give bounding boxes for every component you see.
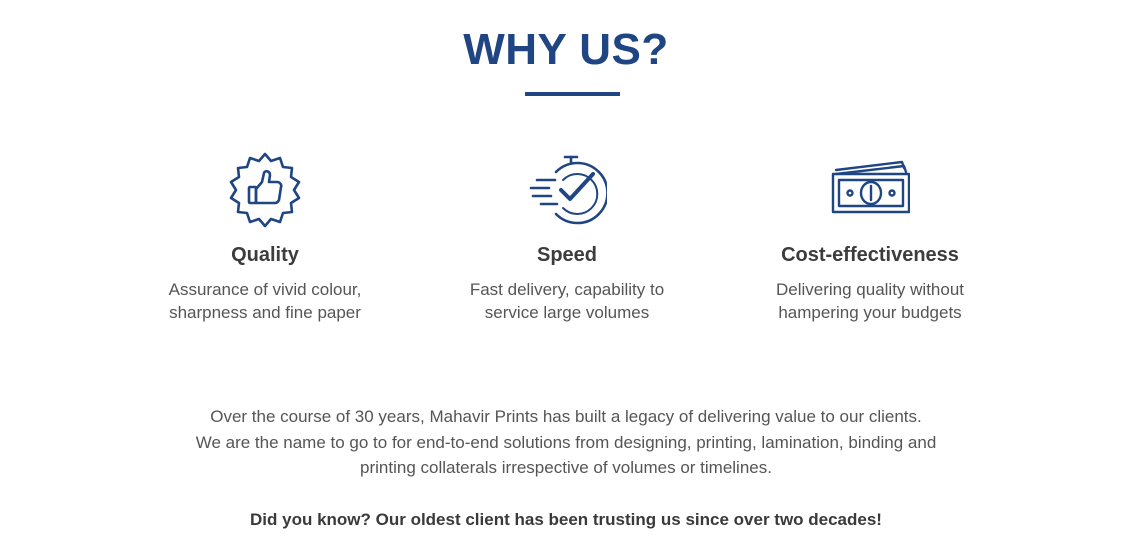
title-underline [525, 92, 620, 96]
did-you-know-highlight: Did you know? Our oldest client has been… [250, 510, 882, 529]
about-line: Over the course of 30 years, Mahavir Pri… [210, 407, 922, 426]
feature-description-line: hampering your budgets [778, 303, 962, 322]
feature-description: Assurance of vivid colour, sharpness and… [115, 278, 415, 324]
feature-title: Quality [231, 244, 299, 266]
feature-title: Speed [536, 244, 598, 266]
feature-description-line: Assurance of vivid colour, [168, 280, 362, 299]
about-line: We are the name to go to for end-to-end … [195, 432, 937, 452]
stopwatch-check-icon [527, 150, 607, 230]
feature-description-line: sharpness and fine paper [169, 303, 361, 322]
thumbs-up-badge-icon [225, 150, 305, 230]
feature-description-line: Fast delivery, capability to [469, 280, 665, 299]
feature-cost-effectiveness: Cost-effectiveness Delivering quality wi… [720, 150, 1020, 324]
feature-description: Delivering quality without hampering you… [720, 278, 1020, 324]
feature-speed: Speed Fast delivery, capability to servi… [417, 150, 717, 324]
feature-description: Fast delivery, capability to service lar… [417, 278, 717, 324]
about-paragraph: Over the course of 30 years, Mahavir Pri… [100, 404, 1032, 481]
about-line: printing collaterals irrespective of vol… [360, 458, 772, 477]
feature-description-line: service large volumes [484, 303, 650, 322]
feature-quality: Quality Assurance of vivid colour, sharp… [115, 150, 415, 324]
banknotes-icon [830, 150, 910, 230]
feature-description-line: Delivering quality without [775, 280, 965, 299]
section-title: WHY US? [463, 25, 669, 74]
feature-title: Cost-effectiveness [781, 244, 959, 266]
